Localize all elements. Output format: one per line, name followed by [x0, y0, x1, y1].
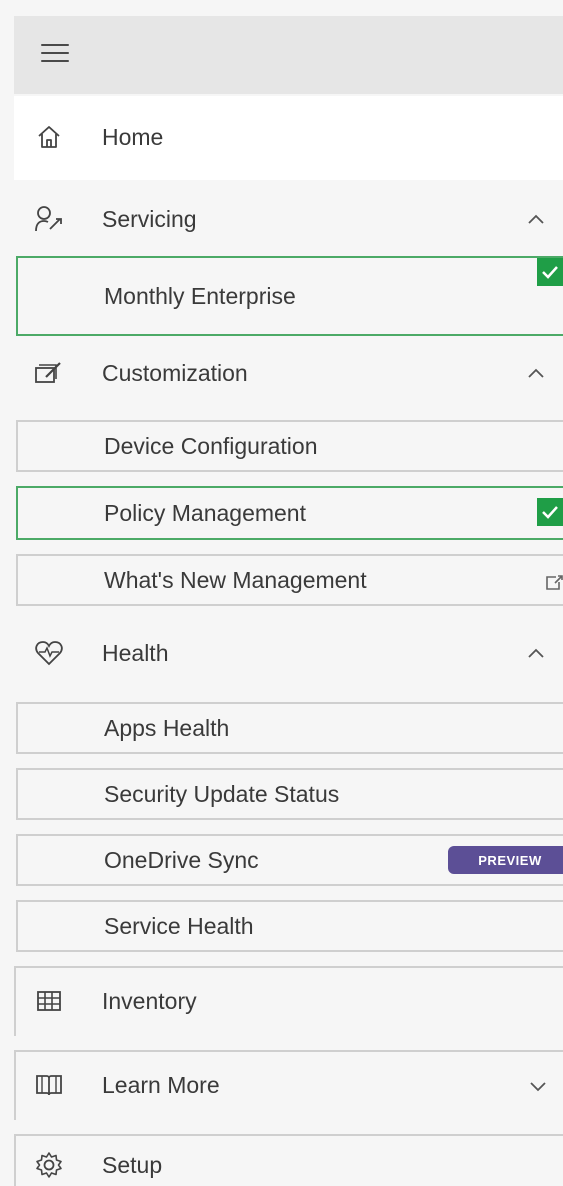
grid-icon	[34, 986, 64, 1016]
nav-item-servicing[interactable]: Servicing	[14, 180, 563, 258]
nav-subitem-label: Service Health	[104, 913, 254, 939]
chevron-up-icon[interactable]	[524, 208, 548, 232]
nav-subitem-label: Monthly Enterprise	[104, 283, 296, 309]
nav-subitem-label: OneDrive Sync	[104, 847, 259, 873]
checkmark-icon	[537, 258, 563, 286]
nav-subitem-label: Device Configuration	[104, 433, 318, 459]
nav-subitem-whats-new-management[interactable]: What's New Management	[16, 554, 563, 606]
nav-subitem-security-update-status[interactable]: Security Update Status	[16, 768, 563, 820]
nav-subitem-label: Apps Health	[104, 715, 230, 741]
preview-badge: PREVIEW	[448, 846, 563, 874]
nav-item-customization[interactable]: Customization	[14, 336, 563, 414]
external-link-icon	[544, 571, 563, 590]
nav-subitem-label: Policy Management	[104, 500, 306, 526]
nav-subitem-policy-management[interactable]: Policy Management	[16, 486, 563, 540]
nav-item-label: Learn More	[102, 1072, 220, 1098]
gear-icon	[34, 1150, 64, 1180]
nav-item-setup[interactable]: Setup	[14, 1134, 563, 1186]
nav-subitem-label: What's New Management	[104, 567, 367, 593]
side-navigation: Home Servicing Monthly Enterprise Custom…	[0, 0, 563, 1186]
servicing-icon	[34, 204, 64, 234]
nav-subitem-service-health[interactable]: Service Health	[16, 900, 563, 952]
nav-item-label: Setup	[102, 1152, 163, 1178]
nav-subitem-device-configuration[interactable]: Device Configuration	[16, 420, 563, 472]
nav-header	[14, 16, 563, 94]
nav-item-inventory[interactable]: Inventory	[14, 966, 563, 1036]
book-icon	[34, 1070, 64, 1100]
customization-icon	[34, 358, 64, 388]
checkmark-icon	[537, 498, 563, 526]
nav-subitem-label: Security Update Status	[104, 781, 340, 807]
nav-item-label: Servicing	[102, 206, 197, 232]
home-icon	[34, 122, 64, 152]
heart-icon	[34, 638, 64, 668]
nav-item-label: Health	[102, 640, 169, 666]
nav-item-home[interactable]: Home	[14, 96, 563, 180]
nav-item-learn-more[interactable]: Learn More	[14, 1050, 563, 1120]
chevron-up-icon[interactable]	[524, 362, 548, 386]
nav-item-label: Inventory	[102, 988, 197, 1014]
nav-item-label: Customization	[102, 360, 248, 386]
hamburger-menu-icon[interactable]	[41, 44, 69, 66]
nav-subitem-monthly-enterprise[interactable]: Monthly Enterprise	[16, 256, 563, 336]
nav-item-label: Home	[102, 124, 164, 150]
nav-item-health[interactable]: Health	[14, 614, 563, 694]
chevron-down-icon[interactable]	[526, 1074, 550, 1098]
chevron-up-icon[interactable]	[524, 642, 548, 666]
nav-subitem-onedrive-sync[interactable]: OneDrive Sync PREVIEW	[16, 834, 563, 886]
nav-subitem-apps-health[interactable]: Apps Health	[16, 702, 563, 754]
